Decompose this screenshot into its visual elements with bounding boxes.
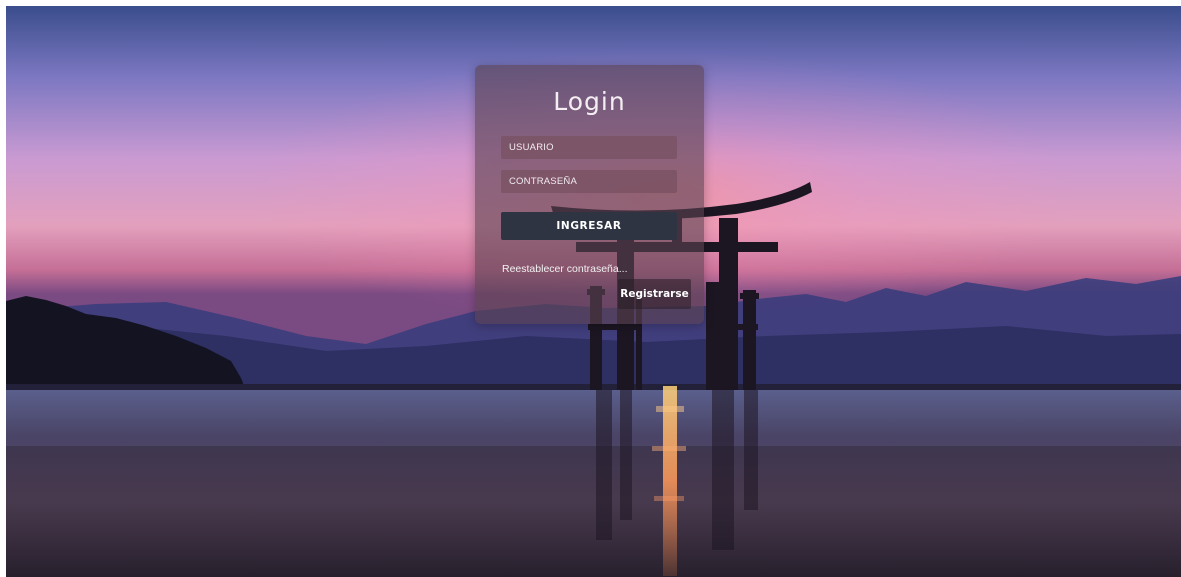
username-input[interactable] bbox=[501, 136, 677, 159]
register-button[interactable]: Registrarse bbox=[618, 279, 691, 309]
login-title: Login bbox=[553, 87, 626, 116]
page-frame: Login INGRESAR Reestablecer contraseña..… bbox=[6, 6, 1181, 577]
password-input[interactable] bbox=[501, 170, 677, 193]
reset-password-link[interactable]: Reestablecer contraseña... bbox=[502, 263, 628, 275]
login-card: Login INGRESAR Reestablecer contraseña..… bbox=[475, 65, 704, 324]
ingresar-button[interactable]: INGRESAR bbox=[501, 212, 677, 240]
